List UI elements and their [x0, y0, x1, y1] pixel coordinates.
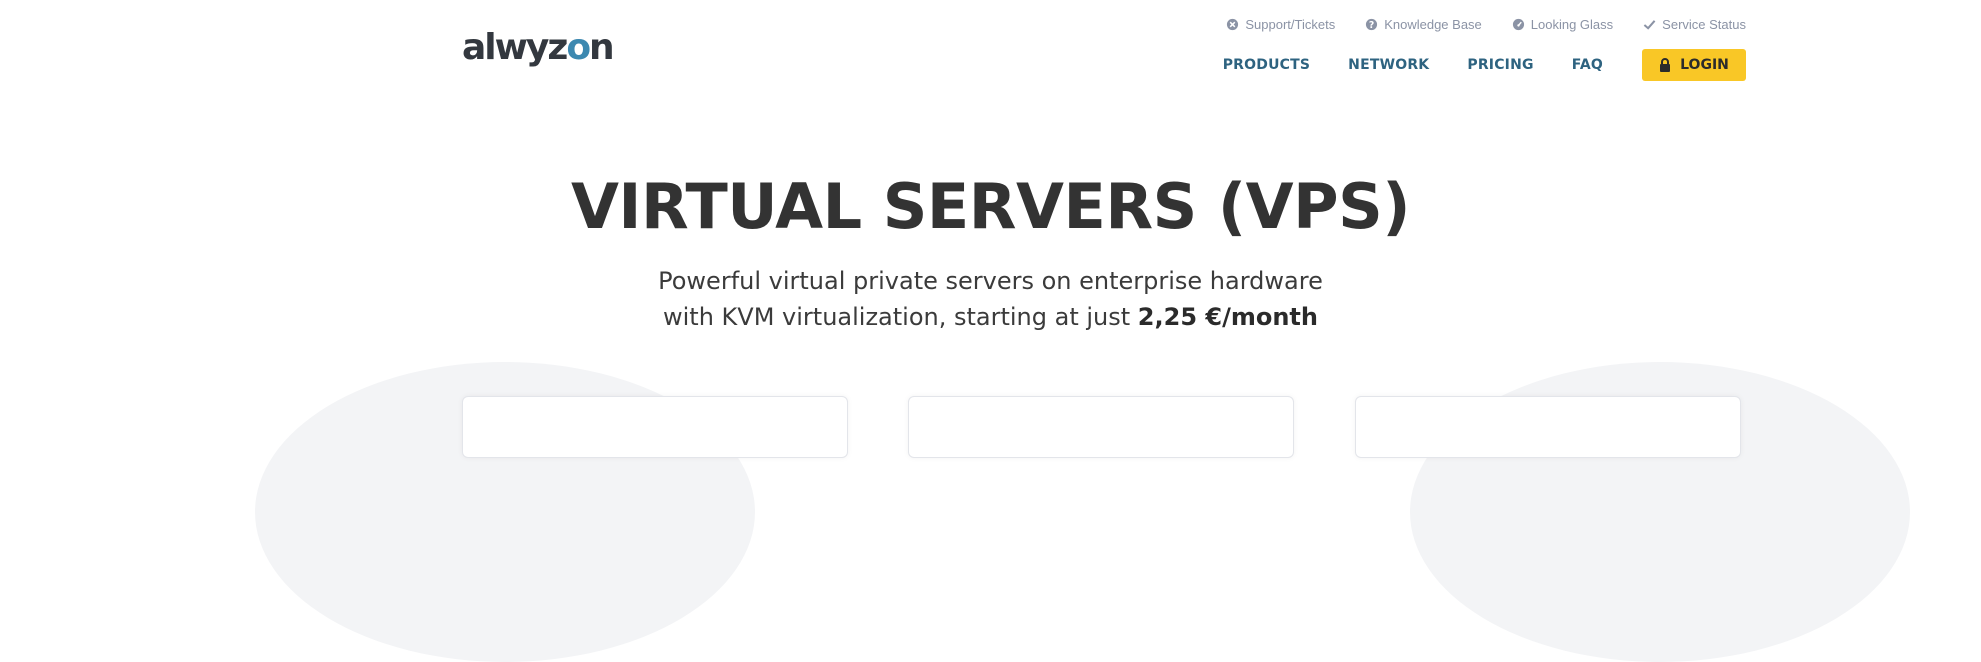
question-icon: ? [1366, 18, 1378, 31]
subtitle-text: with KVM virtualization, starting at jus… [663, 303, 1138, 331]
page-title: VIRTUAL SERVERS (VPS) [570, 170, 1411, 243]
logo-text: alwyz [462, 27, 568, 68]
util-looking-glass[interactable]: Looking Glass [1512, 17, 1613, 32]
utility-nav: Support/Tickets ? Knowledge Base Looking… [1226, 17, 1746, 32]
svg-text:?: ? [1369, 20, 1374, 31]
plan-card[interactable] [462, 396, 848, 458]
power-icon: o [566, 27, 591, 68]
login-label: LOGIN [1680, 57, 1729, 73]
login-button[interactable]: LOGIN [1642, 49, 1746, 81]
subtitle-line-1: Powerful virtual private servers on ente… [658, 267, 1323, 295]
plan-card[interactable] [1355, 396, 1741, 458]
gauge-icon [1512, 18, 1524, 31]
nav-products[interactable]: PRODUCTS [1223, 57, 1310, 73]
brand-logo[interactable]: alwyzon [462, 27, 615, 68]
util-label: Service Status [1662, 17, 1746, 32]
util-label: Support/Tickets [1245, 17, 1336, 32]
util-label: Looking Glass [1530, 17, 1614, 32]
support-icon [1227, 18, 1239, 31]
nav-pricing[interactable]: PRICING [1467, 57, 1533, 73]
lock-icon [1660, 58, 1671, 72]
util-support-tickets[interactable]: Support/Tickets [1226, 17, 1335, 32]
logo-text-end: n [589, 27, 615, 68]
main-nav: PRODUCTS NETWORK PRICING FAQ LOGIN [1223, 49, 1746, 81]
nav-faq[interactable]: FAQ [1572, 57, 1603, 73]
check-icon [1643, 20, 1656, 30]
hero-subtitle: Powerful virtual private servers on ente… [0, 263, 1981, 335]
subtitle-line-2: with KVM virtualization, starting at jus… [0, 299, 1981, 335]
plan-card[interactable] [908, 396, 1294, 458]
util-knowledge-base[interactable]: ? Knowledge Base [1365, 17, 1482, 32]
nav-network[interactable]: NETWORK [1348, 57, 1429, 73]
starting-price: 2,25 €/month [1137, 303, 1318, 331]
util-service-status[interactable]: Service Status [1643, 17, 1746, 32]
util-label: Knowledge Base [1384, 17, 1482, 32]
